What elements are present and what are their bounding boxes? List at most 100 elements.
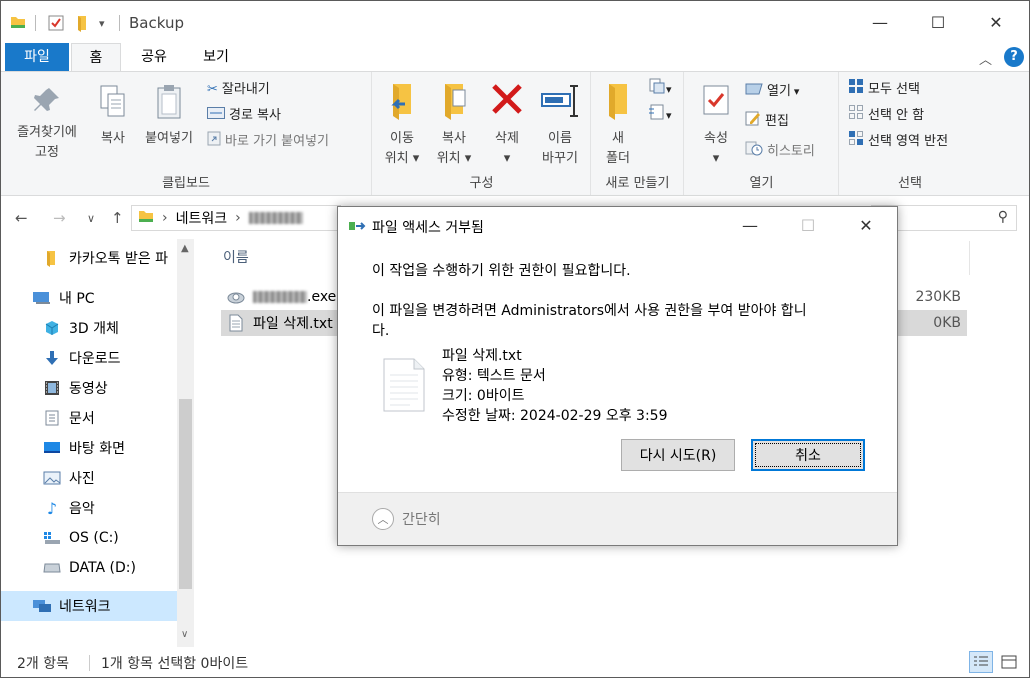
select-none-button[interactable]: 선택 안 함 bbox=[848, 104, 924, 128]
easy-access-button[interactable]: ▾ bbox=[648, 104, 672, 128]
dropdown-arrow-icon: ▾ bbox=[793, 85, 800, 98]
nav-item-desktop[interactable]: 바탕 화면 bbox=[1, 433, 177, 463]
nav-item-network[interactable]: 네트워크 bbox=[1, 591, 177, 621]
tab-file[interactable]: 파일 bbox=[5, 43, 69, 71]
scroll-up-icon[interactable]: ▲ bbox=[181, 243, 189, 254]
copy-button[interactable]: 복사 bbox=[91, 82, 135, 149]
explorer-window: ▾ Backup — ☐ ✕ 파일 홈 공유 보기 ︿ ? 즐겨찾기에 고정 복… bbox=[0, 0, 1030, 678]
tab-share[interactable]: 공유 bbox=[129, 43, 179, 71]
recent-locations-button[interactable]: ∨ bbox=[87, 212, 95, 225]
file-move-icon bbox=[348, 219, 368, 237]
select-group: 모두 선택 선택 안 함 선택 영역 반전 선택 bbox=[840, 72, 980, 195]
move-to-button[interactable]: 이동 위치 ▾ bbox=[377, 82, 427, 169]
new-group: 새 폴더 ▾ ▾ 새로 만들기 bbox=[592, 72, 684, 195]
retry-button[interactable]: 다시 시도(R) bbox=[621, 439, 735, 471]
nav-item-this-pc[interactable]: 내 PC bbox=[1, 283, 177, 313]
address-bar[interactable]: › 네트워크 › bbox=[131, 205, 341, 231]
pin-label-line1: 즐겨찾기에 bbox=[17, 125, 77, 140]
delete-x-icon bbox=[492, 84, 522, 114]
edit-button[interactable]: 편집 bbox=[745, 110, 789, 134]
up-button[interactable]: ↑ bbox=[111, 209, 124, 227]
minimize-button[interactable]: — bbox=[857, 1, 903, 43]
new-item-button[interactable]: ▾ bbox=[648, 78, 672, 102]
music-icon: ♪ bbox=[46, 498, 58, 518]
ribbon-tabs: 파일 홈 공유 보기 ︿ ? bbox=[1, 43, 1029, 71]
nav-item-downloads[interactable]: 다운로드 bbox=[1, 343, 177, 373]
breadcrumb-network[interactable]: 네트워크 bbox=[176, 208, 228, 228]
nav-item-data-d[interactable]: DATA (D:) bbox=[1, 553, 177, 583]
dialog-file-modified: 수정한 날짜: 2024-02-29 오후 3:59 bbox=[442, 408, 668, 424]
network-icon bbox=[31, 598, 53, 614]
select-all-button[interactable]: 모두 선택 bbox=[848, 78, 920, 102]
details-view-button[interactable] bbox=[969, 651, 993, 673]
open-group: 속성 ▾ 열기 ▾ 편집 히스토리 열기 bbox=[685, 72, 839, 195]
move-to-icon bbox=[391, 84, 411, 120]
scroll-thumb[interactable] bbox=[179, 399, 192, 589]
nav-scrollbar[interactable]: ▲ ∨ bbox=[177, 239, 194, 647]
dialog-title: 파일 액세스 거부됨 bbox=[372, 220, 484, 236]
large-icons-view-button[interactable] bbox=[997, 651, 1021, 673]
dialog-maximize-button[interactable]: ☐ bbox=[780, 207, 836, 243]
nav-item-os-c[interactable]: OS (C:) bbox=[1, 523, 177, 553]
copy-to-icon bbox=[445, 84, 466, 120]
file-name: 파일 삭제.txt bbox=[253, 316, 333, 332]
history-button[interactable]: 히스토리 bbox=[745, 140, 815, 164]
nav-item-kakaotalk[interactable]: 카카오톡 받은 파 bbox=[1, 243, 177, 273]
new-folder-icon bbox=[609, 84, 627, 120]
dropdown-arrow-icon: ▾ bbox=[412, 151, 420, 166]
file-size: 0KB bbox=[933, 315, 961, 331]
scroll-down-icon[interactable]: ∨ bbox=[181, 629, 188, 640]
collapse-ribbon-button[interactable]: ︿ bbox=[979, 49, 992, 68]
new-folder-button[interactable]: 새 폴더 bbox=[598, 82, 638, 169]
text-file-icon bbox=[225, 314, 247, 332]
column-header-name[interactable]: 이름 bbox=[223, 247, 249, 267]
pin-to-quick-access-button[interactable]: 즐겨찾기에 고정 bbox=[5, 84, 89, 163]
cancel-button[interactable]: 취소 bbox=[751, 439, 865, 471]
title-bar: ▾ Backup — ☐ ✕ bbox=[1, 1, 1029, 43]
edit-icon bbox=[745, 110, 761, 135]
nav-item-3d-objects[interactable]: 3D 개체 bbox=[1, 313, 177, 343]
cut-button[interactable]: ✂ 잘라내기 bbox=[207, 78, 270, 102]
windows-drive-icon bbox=[41, 531, 63, 545]
dialog-file-size: 크기: 0바이트 bbox=[442, 388, 525, 404]
dialog-minimize-button[interactable]: — bbox=[722, 207, 778, 243]
delete-button[interactable]: 삭제 ▾ bbox=[483, 82, 531, 169]
properties-button[interactable]: 속성 ▾ bbox=[691, 82, 741, 169]
window-title: Backup bbox=[129, 14, 184, 32]
less-details-button[interactable]: ︿ 간단히 bbox=[372, 508, 441, 530]
open-button[interactable]: 열기 ▾ bbox=[745, 80, 799, 104]
paste-icon bbox=[157, 85, 181, 119]
help-button[interactable]: ? bbox=[1004, 47, 1024, 67]
properties-quick-button[interactable] bbox=[47, 12, 65, 34]
maximize-button[interactable]: ☐ bbox=[915, 1, 961, 43]
rename-button[interactable]: 이름 바꾸기 bbox=[533, 82, 587, 169]
close-icon: ✕ bbox=[989, 12, 1003, 32]
copy-to-button[interactable]: 복사 위치 ▾ bbox=[429, 82, 479, 169]
select-none-icon bbox=[848, 104, 864, 129]
tab-view[interactable]: 보기 bbox=[191, 43, 241, 71]
back-button[interactable]: ← bbox=[15, 209, 28, 227]
copy-path-button[interactable]: 경로 복사 bbox=[207, 104, 281, 128]
video-icon bbox=[41, 380, 63, 396]
history-icon bbox=[745, 140, 763, 165]
new-folder-quick-button[interactable] bbox=[75, 12, 91, 34]
nav-item-pictures[interactable]: 사진 bbox=[1, 463, 177, 493]
dialog-close-button[interactable]: ✕ bbox=[838, 207, 894, 243]
nav-item-documents[interactable]: 문서 bbox=[1, 403, 177, 433]
drive-icon bbox=[41, 563, 63, 573]
nav-item-videos[interactable]: 동영상 bbox=[1, 373, 177, 403]
invert-selection-button[interactable]: 선택 영역 반전 bbox=[848, 130, 948, 154]
copy-label: 복사 bbox=[101, 131, 125, 146]
paste-shortcut-button[interactable]: 바로 가기 붙여넣기 bbox=[207, 130, 329, 154]
customize-quick-access-button[interactable]: ▾ bbox=[99, 12, 105, 34]
forward-button[interactable]: → bbox=[53, 209, 66, 227]
breadcrumb-redacted-host[interactable] bbox=[248, 212, 303, 224]
quick-access-toolbar bbox=[9, 12, 27, 34]
status-bar: 2개 항목 1개 항목 선택함 0바이트 bbox=[1, 649, 1029, 677]
paste-button[interactable]: 붙여넣기 bbox=[137, 82, 201, 149]
desktop-icon bbox=[41, 441, 63, 455]
tab-home[interactable]: 홈 bbox=[71, 43, 121, 71]
dialog-file-name: 파일 삭제.txt bbox=[442, 348, 522, 364]
close-button[interactable]: ✕ bbox=[973, 1, 1019, 43]
nav-item-music[interactable]: ♪ 음악 bbox=[1, 493, 177, 523]
